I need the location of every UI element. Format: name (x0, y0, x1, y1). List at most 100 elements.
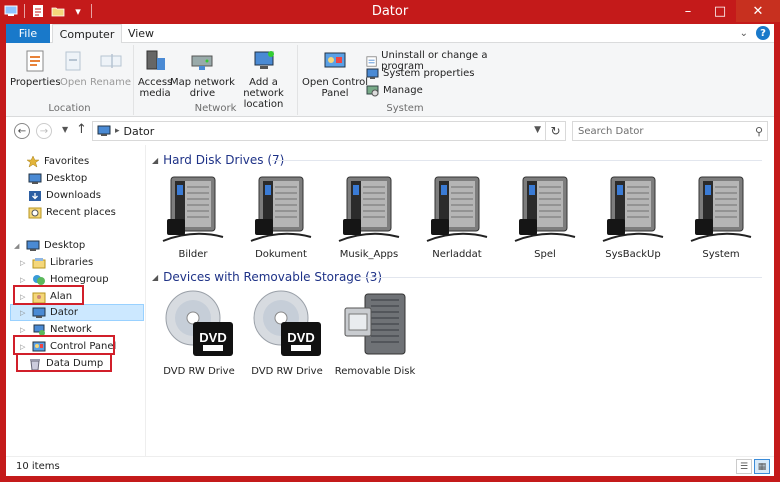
expand-arrow-icon[interactable]: ▷ (20, 309, 28, 317)
search-box[interactable]: ⚲ (572, 121, 768, 141)
drive-label: Nerladdat (432, 249, 482, 260)
nav-item-favorites[interactable]: Favorites (14, 153, 89, 170)
tab-computer[interactable]: Computer (52, 24, 122, 44)
drive-label: Dokument (255, 249, 307, 260)
back-button[interactable]: ← (14, 123, 30, 139)
properties-label: Properties (10, 77, 61, 88)
device-label: DVD RW Drive (163, 366, 235, 377)
system-properties-label: System properties (383, 68, 475, 79)
rename-label: Rename (90, 77, 132, 88)
section-title: Devices with Removable Storage (3) (163, 270, 383, 284)
control-panel-icon (324, 52, 346, 68)
nav-item-downloads[interactable]: Downloads (28, 187, 101, 204)
customize-icon[interactable]: ▾ (71, 4, 85, 18)
recent-locations-button[interactable]: ▼ (62, 125, 68, 134)
system-menu-icon[interactable] (4, 4, 18, 18)
nav-label: Recent places (46, 207, 116, 218)
tab-view[interactable]: View (124, 24, 158, 43)
properties-button[interactable]: Properties (10, 48, 61, 88)
recent-places-icon (28, 207, 42, 218)
hard-drive-item[interactable]: Dokument (238, 171, 324, 260)
large-icons-view-button[interactable]: ▦ (754, 459, 770, 474)
removable-device-item[interactable]: Removable Disk (332, 288, 418, 377)
arrow-right-icon: → (39, 125, 49, 137)
map-network-drive-button[interactable]: Map network drive (170, 48, 235, 99)
system-properties-button[interactable]: System properties (366, 67, 475, 80)
collapse-section-icon[interactable]: ◢ (152, 156, 158, 165)
access-media-icon (146, 50, 166, 70)
minimize-icon: – (684, 3, 692, 19)
new-folder-icon[interactable] (51, 4, 65, 18)
control-panel-label-1: Open Control (302, 77, 369, 88)
hard-drive-item[interactable]: System (678, 171, 764, 260)
forward-button[interactable]: → (36, 123, 52, 139)
collapse-section-icon[interactable]: ◢ (152, 273, 158, 282)
section-header-hdd[interactable]: ◢ Hard Disk Drives (7) (152, 153, 284, 167)
expand-arrow-icon[interactable]: ▷ (20, 326, 28, 334)
maximize-button[interactable]: □ (704, 0, 736, 22)
control-panel-label-2: Panel (321, 88, 349, 99)
access-media-button[interactable]: Access media (138, 48, 172, 99)
address-dropdown-icon[interactable]: ▼ (534, 125, 541, 135)
nav-item-recent-places[interactable]: Recent places (28, 204, 116, 221)
expand-arrow-icon[interactable]: ▷ (20, 259, 28, 267)
details-view-button[interactable]: ☰ (736, 459, 752, 474)
hard-drive-icon (426, 176, 488, 242)
nav-label: Homegroup (50, 274, 109, 285)
tab-file[interactable]: File (6, 24, 50, 43)
add-network-location-button[interactable]: Add a network location (230, 48, 297, 110)
drive-label: SysBackUp (605, 249, 661, 260)
nav-item-dator[interactable]: ▷ Dator (10, 304, 144, 321)
ribbon-tab-right: ⌄ ? (740, 26, 770, 40)
hard-drive-icon (162, 176, 224, 242)
hard-drive-icon (514, 176, 576, 242)
removable-device-item[interactable]: DVD DVD RW Drive (156, 288, 242, 377)
nav-item-desktop-favorite[interactable]: Desktop (28, 170, 87, 187)
minimize-button[interactable]: – (672, 0, 704, 22)
section-title: Hard Disk Drives (7) (163, 153, 285, 167)
map-drive-icon (191, 55, 213, 70)
collapse-arrow-icon[interactable]: ◢ (14, 242, 22, 250)
nav-label: Desktop (46, 173, 88, 184)
nav-item-desktop[interactable]: ◢ Desktop (14, 237, 85, 254)
breadcrumb-dator[interactable]: Dator (124, 125, 155, 138)
address-field[interactable]: ▸ Dator ▼ (92, 121, 546, 141)
highlight-box-data-dump (16, 353, 112, 372)
hard-drive-item[interactable]: Spel (502, 171, 588, 260)
properties-icon[interactable] (31, 4, 45, 18)
rename-button[interactable]: Rename (90, 48, 131, 88)
open-control-panel-button[interactable]: Open Control Panel (302, 48, 368, 99)
ribbon-group-system: Open Control Panel Uninstall or change a… (298, 45, 512, 115)
up-button[interactable]: ↑ (76, 122, 87, 137)
properties-icon (26, 50, 44, 72)
nav-label: Desktop (44, 240, 86, 251)
breadcrumb-separator-icon: ▸ (115, 126, 120, 136)
title-bar: ▾ Dator – □ ✕ (0, 0, 780, 24)
ribbon-group-location: Properties Open Rename Location (6, 45, 134, 115)
section-header-removable[interactable]: ◢ Devices with Removable Storage (3) (152, 270, 382, 284)
manage-button[interactable]: Manage (366, 84, 423, 97)
nav-item-libraries[interactable]: ▷ Libraries (20, 254, 93, 271)
window-controls: – □ ✕ (672, 0, 780, 22)
qat-separator (24, 4, 25, 18)
refresh-button[interactable]: ↻ (546, 121, 566, 141)
maximize-icon: □ (713, 3, 727, 19)
hard-drive-item[interactable]: Musik_Apps (326, 171, 412, 260)
hard-drive-item[interactable]: Nerladdat (414, 171, 500, 260)
drive-label: Bilder (178, 249, 208, 260)
expand-ribbon-icon[interactable]: ⌄ (740, 28, 748, 39)
device-label: DVD RW Drive (251, 366, 323, 377)
hard-drive-item[interactable]: Bilder (150, 171, 236, 260)
open-button[interactable]: Open (60, 48, 87, 88)
desktop-icon (28, 173, 42, 184)
search-icon[interactable]: ⚲ (755, 125, 763, 138)
hard-drive-item[interactable]: SysBackUp (590, 171, 676, 260)
help-icon[interactable]: ? (756, 26, 770, 40)
close-button[interactable]: ✕ (736, 0, 780, 22)
qat-separator (91, 4, 92, 18)
map-drive-label-1: Map network (170, 77, 235, 88)
removable-device-item[interactable]: DVD DVD RW Drive (244, 288, 330, 377)
expand-arrow-icon[interactable]: ▷ (20, 276, 28, 284)
hard-drive-icon (602, 176, 664, 242)
search-input[interactable] (578, 125, 738, 137)
